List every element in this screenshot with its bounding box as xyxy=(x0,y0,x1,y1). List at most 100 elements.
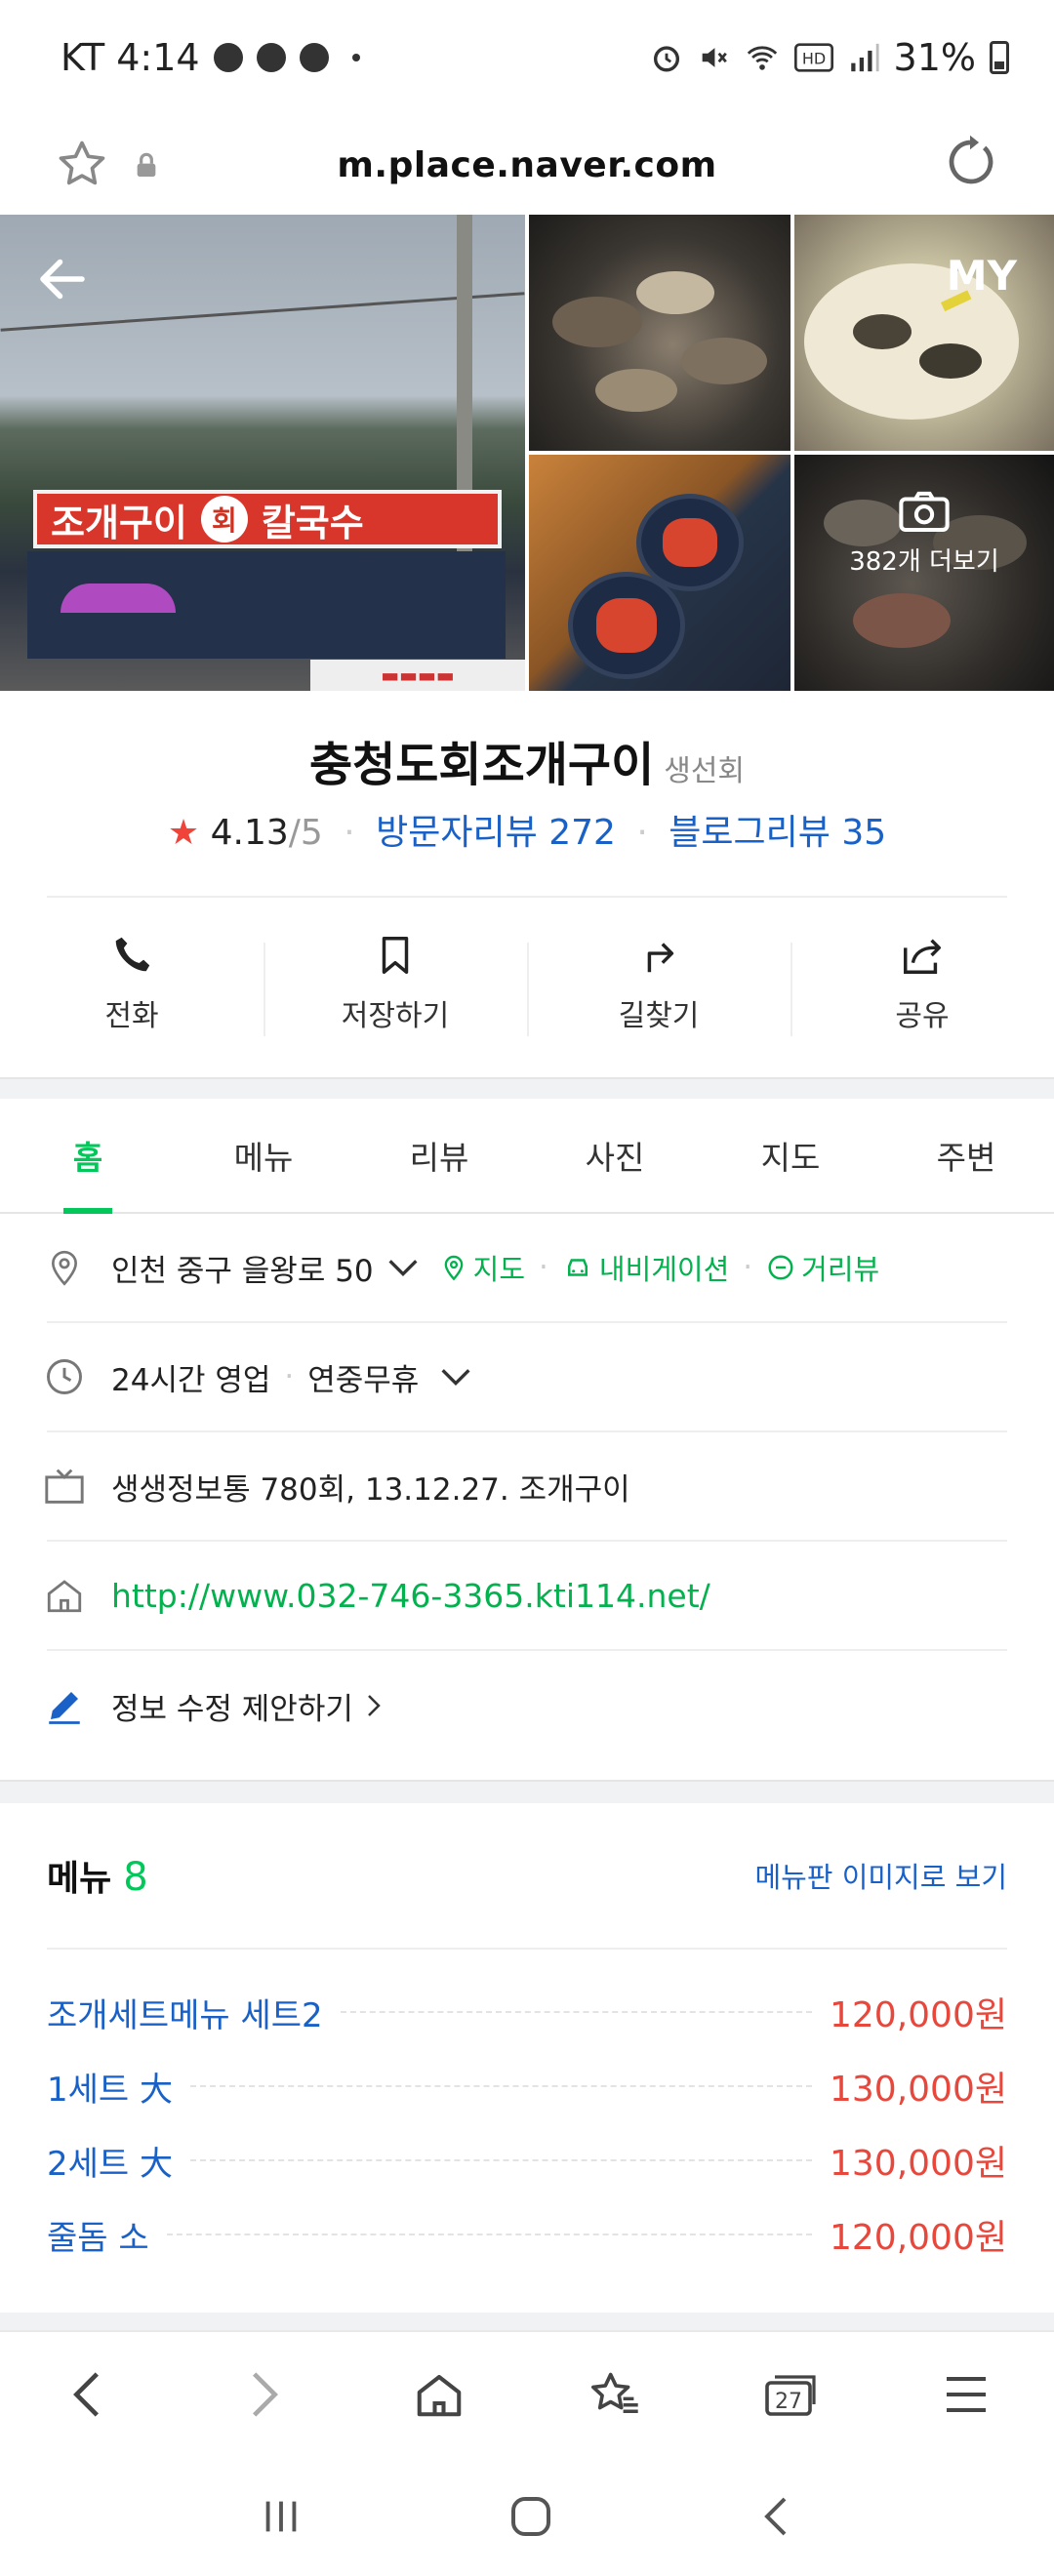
photo-kalguksu[interactable]: MY xyxy=(794,215,1054,451)
call-button[interactable]: 전화 xyxy=(0,933,264,1038)
tab-home[interactable]: 홈 xyxy=(0,1099,176,1214)
edit-suggest-row[interactable]: 정보 수정 제안하기 xyxy=(47,1651,1007,1760)
svg-text:HD: HD xyxy=(801,50,825,68)
recent-apps-icon[interactable] xyxy=(259,2495,304,2538)
leader-dots xyxy=(190,2085,812,2087)
tab-reviews[interactable]: 리뷰 xyxy=(351,1099,527,1212)
menu-title: 메뉴 xyxy=(47,1859,112,1899)
more-photos-label: 382개 더보기 xyxy=(849,547,999,577)
leader-dots xyxy=(190,2159,812,2161)
photo-clam-grill[interactable] xyxy=(529,215,790,451)
home-icon xyxy=(417,2374,462,2417)
rating-max: /5 xyxy=(288,813,323,853)
more-notifications-icon xyxy=(351,54,360,61)
leader-dots xyxy=(340,2011,812,2013)
info-list: 인천 중구 을왕로 50 지도 · 내비게이션 · 거리뷰 24시간 영업 · … xyxy=(0,1214,1054,1760)
browser-menu-button[interactable] xyxy=(927,2355,1005,2434)
chevron-right-icon xyxy=(253,2372,278,2417)
rating-star-icon: ★ xyxy=(167,813,200,853)
back-button-icon[interactable] xyxy=(758,2493,795,2540)
home-icon xyxy=(43,1574,86,1617)
street-view-link[interactable]: 거리뷰 xyxy=(766,1247,879,1288)
battery-icon xyxy=(990,41,1009,74)
noodle-bowl xyxy=(804,263,1019,420)
directions-button[interactable]: 길찾기 xyxy=(527,933,790,1038)
address-text[interactable]: 인천 중구 을왕로 50 xyxy=(111,1246,374,1290)
menu-item-name: 2세트 大 xyxy=(47,2144,173,2184)
browser-home-button[interactable] xyxy=(400,2355,478,2434)
clam-shells xyxy=(552,271,767,412)
directions-label: 길찾기 xyxy=(618,999,700,1033)
mute-icon xyxy=(702,48,727,67)
share-label: 공유 xyxy=(895,999,950,1033)
share-icon xyxy=(904,939,941,974)
bookmarks-star-icon xyxy=(590,2372,638,2413)
chevron-down-icon[interactable] xyxy=(384,1253,423,1282)
browser-forward-button[interactable] xyxy=(224,2355,303,2434)
kimchi-dish-2 xyxy=(568,572,685,679)
pen-notification-icon xyxy=(256,43,286,72)
save-label: 저장하기 xyxy=(341,999,450,1033)
menu-item[interactable]: 조개세트메뉴 세트2 120,000원 xyxy=(47,1975,1007,2049)
menu-item-price: 130,000원 xyxy=(830,2144,1007,2184)
hours-row[interactable]: 24시간 영업 · 연중무휴 xyxy=(47,1323,1007,1432)
menu-item[interactable]: 줄돔 소 120,000원 xyxy=(47,2197,1007,2272)
separator-dot: · xyxy=(636,813,648,853)
sign-circle-text: 회 xyxy=(200,496,248,543)
tab-photos[interactable]: 사진 xyxy=(527,1099,703,1212)
bookmark-star-icon[interactable] xyxy=(55,137,109,191)
place-title: 충청도회조개구이 생선회 xyxy=(0,726,1054,794)
menu-item-price: 120,000원 xyxy=(830,2218,1007,2258)
umbrella xyxy=(61,584,176,613)
reload-icon[interactable] xyxy=(939,131,1001,193)
sign-text-2: 칼국수 xyxy=(261,501,364,544)
visitor-reviews-link[interactable]: 방문자리뷰 272 xyxy=(376,813,616,853)
browser-tabs-button[interactable]: 27 xyxy=(751,2355,830,2434)
phone-icon xyxy=(115,937,150,972)
main-photo[interactable]: 조개구이 회 칼국수 ▬▬▬▬ xyxy=(0,215,525,691)
menu-item[interactable]: 2세트 大 130,000원 xyxy=(47,2123,1007,2197)
carrier-time: KT 4:14 xyxy=(61,36,200,79)
divider xyxy=(47,896,1007,898)
my-label[interactable]: MY xyxy=(947,252,1017,300)
home-button-icon[interactable] xyxy=(507,2493,554,2540)
photo-side-dishes[interactable] xyxy=(529,455,790,691)
menu-board-link[interactable]: 메뉴판 이미지로 보기 xyxy=(754,1855,1007,1896)
chevron-down-icon[interactable] xyxy=(436,1362,475,1391)
place-category: 생선회 xyxy=(664,754,746,788)
browser-back-button[interactable] xyxy=(49,2355,127,2434)
address-row: 인천 중구 을왕로 50 지도 · 내비게이션 · 거리뷰 xyxy=(47,1214,1007,1323)
tab-map[interactable]: 지도 xyxy=(703,1099,878,1212)
tab-nearby[interactable]: 주변 xyxy=(878,1099,1054,1212)
menu-item-name: 조개세트메뉴 세트2 xyxy=(47,1995,323,2035)
navigation-link[interactable]: 내비게이션 xyxy=(562,1247,729,1288)
menu-item-price: 120,000원 xyxy=(830,1995,1007,2035)
rating-line: ★ 4.13/5 · 방문자리뷰 272 · 블로그리뷰 35 xyxy=(0,804,1054,855)
signal-icon xyxy=(850,43,879,72)
section-gap xyxy=(0,1077,1054,1099)
call-label: 전화 xyxy=(104,999,159,1033)
share-button[interactable]: 공유 xyxy=(790,933,1054,1038)
rating-value: 4.13 xyxy=(210,813,289,853)
edit-suggest-text: 정보 수정 제안하기 xyxy=(111,1691,353,1727)
tab-menu[interactable]: 메뉴 xyxy=(176,1099,351,1212)
menu-item[interactable]: 1세트 大 130,000원 xyxy=(47,2049,1007,2123)
photo-more[interactable]: 382개 더보기 xyxy=(794,455,1054,691)
browser-url-bar[interactable]: m.place.naver.com xyxy=(0,115,1054,215)
more-photos[interactable]: 382개 더보기 xyxy=(794,490,1054,578)
blog-reviews-link[interactable]: 블로그리뷰 35 xyxy=(669,813,886,853)
website-link[interactable]: http://www.032-746-3365.kti114.net/ xyxy=(111,1577,710,1615)
url-text[interactable]: m.place.naver.com xyxy=(337,145,716,185)
save-button[interactable]: 저장하기 xyxy=(264,933,527,1038)
back-arrow-icon[interactable] xyxy=(33,250,92,308)
map-link[interactable]: 지도 xyxy=(440,1247,525,1288)
battery-percent: 31% xyxy=(893,36,976,79)
android-nav-bar xyxy=(0,2457,1054,2576)
action-buttons: 전화 저장하기 길찾기 공유 xyxy=(0,933,1054,1038)
tabs-icon: 27 xyxy=(765,2375,816,2416)
tabs-count: 27 xyxy=(775,2390,802,2414)
separator-dot: · xyxy=(344,813,355,853)
browser-bookmarks-button[interactable] xyxy=(576,2355,654,2434)
menu-count: 8 xyxy=(123,1855,148,1900)
bookmark-icon xyxy=(382,937,409,974)
